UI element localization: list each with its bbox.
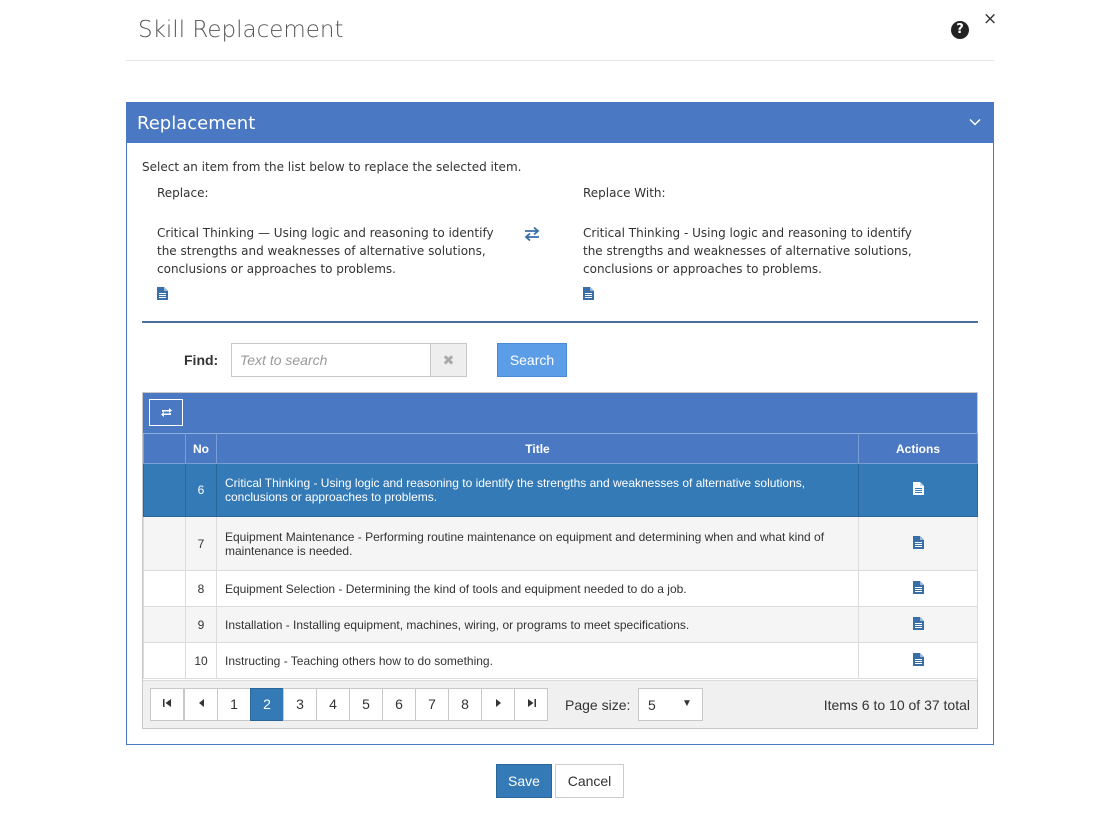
section-divider [142, 321, 978, 323]
page-button-8[interactable]: 8 [448, 688, 482, 721]
row-title: Equipment Selection - Determining the ki… [216, 570, 859, 607]
grid-toolbar [143, 393, 977, 433]
skills-grid: No Title Actions 6 Critical Thinking - U… [142, 392, 978, 729]
document-icon[interactable] [912, 580, 924, 594]
search-input[interactable] [231, 343, 431, 377]
row-select-cell[interactable] [143, 516, 186, 571]
find-label: Find: [184, 352, 219, 368]
page-button-4[interactable]: 4 [316, 688, 350, 721]
page-button-3[interactable]: 3 [283, 688, 317, 721]
page-size-select[interactable]: 5 ▼ [638, 688, 703, 721]
row-select-cell[interactable] [143, 606, 186, 643]
grid-body: 6 Critical Thinking - Using logic and re… [143, 463, 978, 679]
row-title: Equipment Maintenance - Performing routi… [216, 516, 859, 571]
row-actions [858, 516, 978, 571]
items-info: Items 6 to 10 of 37 total [823, 697, 970, 713]
last-page-icon [527, 699, 536, 707]
document-icon[interactable] [912, 535, 924, 549]
last-page-button[interactable] [514, 688, 548, 721]
row-number: 7 [185, 516, 217, 571]
panel-header[interactable]: Replacement [127, 103, 993, 143]
replace-label: Replace: [157, 186, 209, 200]
close-icon[interactable]: × [983, 9, 997, 29]
page-button-1[interactable]: 1 [217, 688, 251, 721]
grid-table: No Title Actions 6 Critical Thinking - U… [143, 433, 978, 679]
page-button-7[interactable]: 7 [415, 688, 449, 721]
row-actions [858, 570, 978, 607]
page-size-value: 5 [648, 697, 656, 713]
row-number: 9 [185, 606, 217, 643]
question-circle-icon[interactable]: ? [951, 21, 969, 39]
row-title: Critical Thinking - Using logic and reas… [216, 463, 859, 517]
table-row[interactable]: 10 Instructing - Teaching others how to … [143, 642, 978, 679]
table-row[interactable]: 6 Critical Thinking - Using logic and re… [143, 463, 978, 517]
replace-with-label: Replace With: [583, 186, 666, 200]
page-button-5[interactable]: 5 [349, 688, 383, 721]
instruction-text: Select an item from the list below to re… [142, 160, 522, 174]
row-actions [858, 606, 978, 643]
document-icon[interactable] [157, 287, 168, 300]
page-button-6[interactable]: 6 [382, 688, 416, 721]
page-size-label: Page size: [565, 697, 631, 713]
next-page-button[interactable] [481, 688, 515, 721]
row-select-cell[interactable] [143, 642, 186, 679]
column-header-title[interactable]: Title [216, 433, 859, 464]
cancel-button[interactable]: Cancel [555, 764, 624, 798]
search-button[interactable]: Search [497, 343, 567, 377]
panel-title: Replacement [137, 113, 256, 134]
chevron-down-icon[interactable] [969, 116, 981, 128]
replace-with-description: Critical Thinking - Using logic and reas… [583, 226, 912, 276]
row-number: 8 [185, 570, 217, 607]
row-actions [858, 642, 978, 679]
row-number: 10 [185, 642, 217, 679]
table-row[interactable]: 9 Installation - Installing equipment, m… [143, 606, 978, 643]
title-divider [126, 60, 994, 61]
document-icon[interactable] [583, 287, 594, 300]
grid-pager: 1 2 3 4 5 6 7 8 Page size: 5 ▼ Items 6 t… [143, 680, 977, 728]
row-select-cell[interactable] [143, 463, 186, 517]
next-page-icon [495, 699, 501, 707]
table-row[interactable]: 7 Equipment Maintenance - Performing rou… [143, 516, 978, 571]
page-button-2[interactable]: 2 [250, 688, 284, 721]
row-number: 6 [185, 463, 217, 517]
caret-down-icon: ▼ [682, 698, 692, 709]
swap-arrows-icon [524, 226, 540, 242]
previous-page-icon [198, 699, 204, 707]
column-header-actions: Actions [858, 433, 978, 464]
clear-search-button[interactable]: ✖ [430, 343, 467, 377]
document-icon[interactable] [912, 652, 924, 666]
row-select-cell[interactable] [143, 570, 186, 607]
document-icon[interactable] [912, 482, 924, 495]
row-title: Installation - Installing equipment, mac… [216, 606, 859, 643]
refresh-button[interactable] [149, 399, 183, 426]
select-column-header [143, 433, 186, 464]
first-page-icon [162, 699, 171, 707]
table-row[interactable]: 8 Equipment Selection - Determining the … [143, 570, 978, 607]
refresh-icon [161, 408, 172, 417]
row-title: Instructing - Teaching others how to do … [216, 642, 859, 679]
document-icon[interactable] [912, 616, 924, 630]
first-page-button[interactable] [150, 688, 184, 721]
save-button[interactable]: Save [496, 764, 552, 798]
dialog-title: Skill Replacement [138, 17, 344, 43]
column-header-no[interactable]: No [185, 433, 217, 464]
previous-page-button[interactable] [184, 688, 218, 721]
replace-description: Critical Thinking — Using logic and reas… [157, 226, 494, 276]
row-actions [858, 463, 978, 517]
